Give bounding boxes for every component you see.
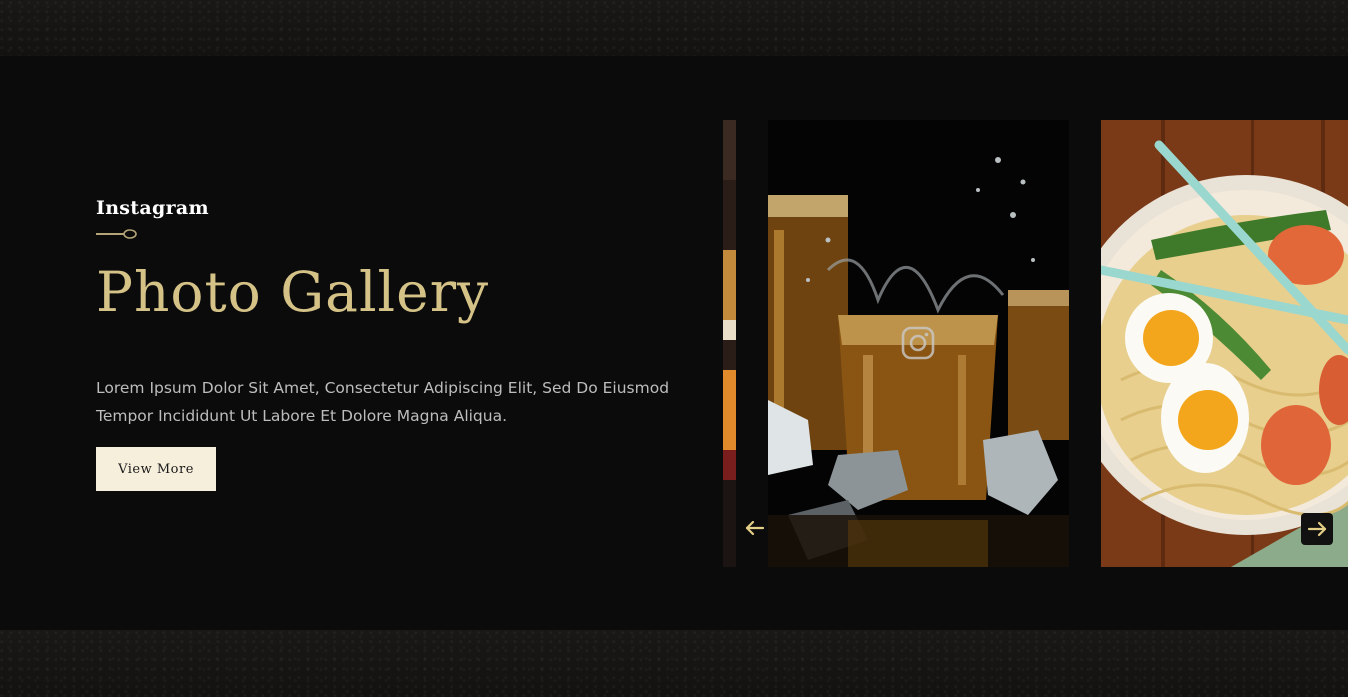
section-description: Lorem Ipsum Dolor Sit Amet, Consectetur … bbox=[96, 379, 670, 425]
bottom-texture-band bbox=[0, 630, 1348, 697]
carousel-next-button[interactable] bbox=[1301, 513, 1333, 545]
top-texture-band bbox=[0, 0, 1348, 56]
photo-gallery-section: Instagram Photo Gallery Lorem Ipsum Dolo… bbox=[0, 56, 1348, 630]
page-title: Photo Gallery bbox=[96, 260, 490, 324]
arrow-left-icon bbox=[745, 520, 765, 536]
spoon-divider-icon bbox=[96, 229, 137, 239]
view-more-button[interactable]: View More bbox=[96, 447, 216, 491]
instagram-icon[interactable] bbox=[901, 326, 935, 360]
arrow-right-icon bbox=[1307, 521, 1327, 537]
gallery-photo-partial[interactable] bbox=[723, 120, 736, 567]
carousel-prev-button[interactable] bbox=[740, 513, 770, 543]
gallery-photo-ramen[interactable] bbox=[1101, 120, 1348, 567]
section-subtitle: Instagram bbox=[96, 197, 209, 219]
